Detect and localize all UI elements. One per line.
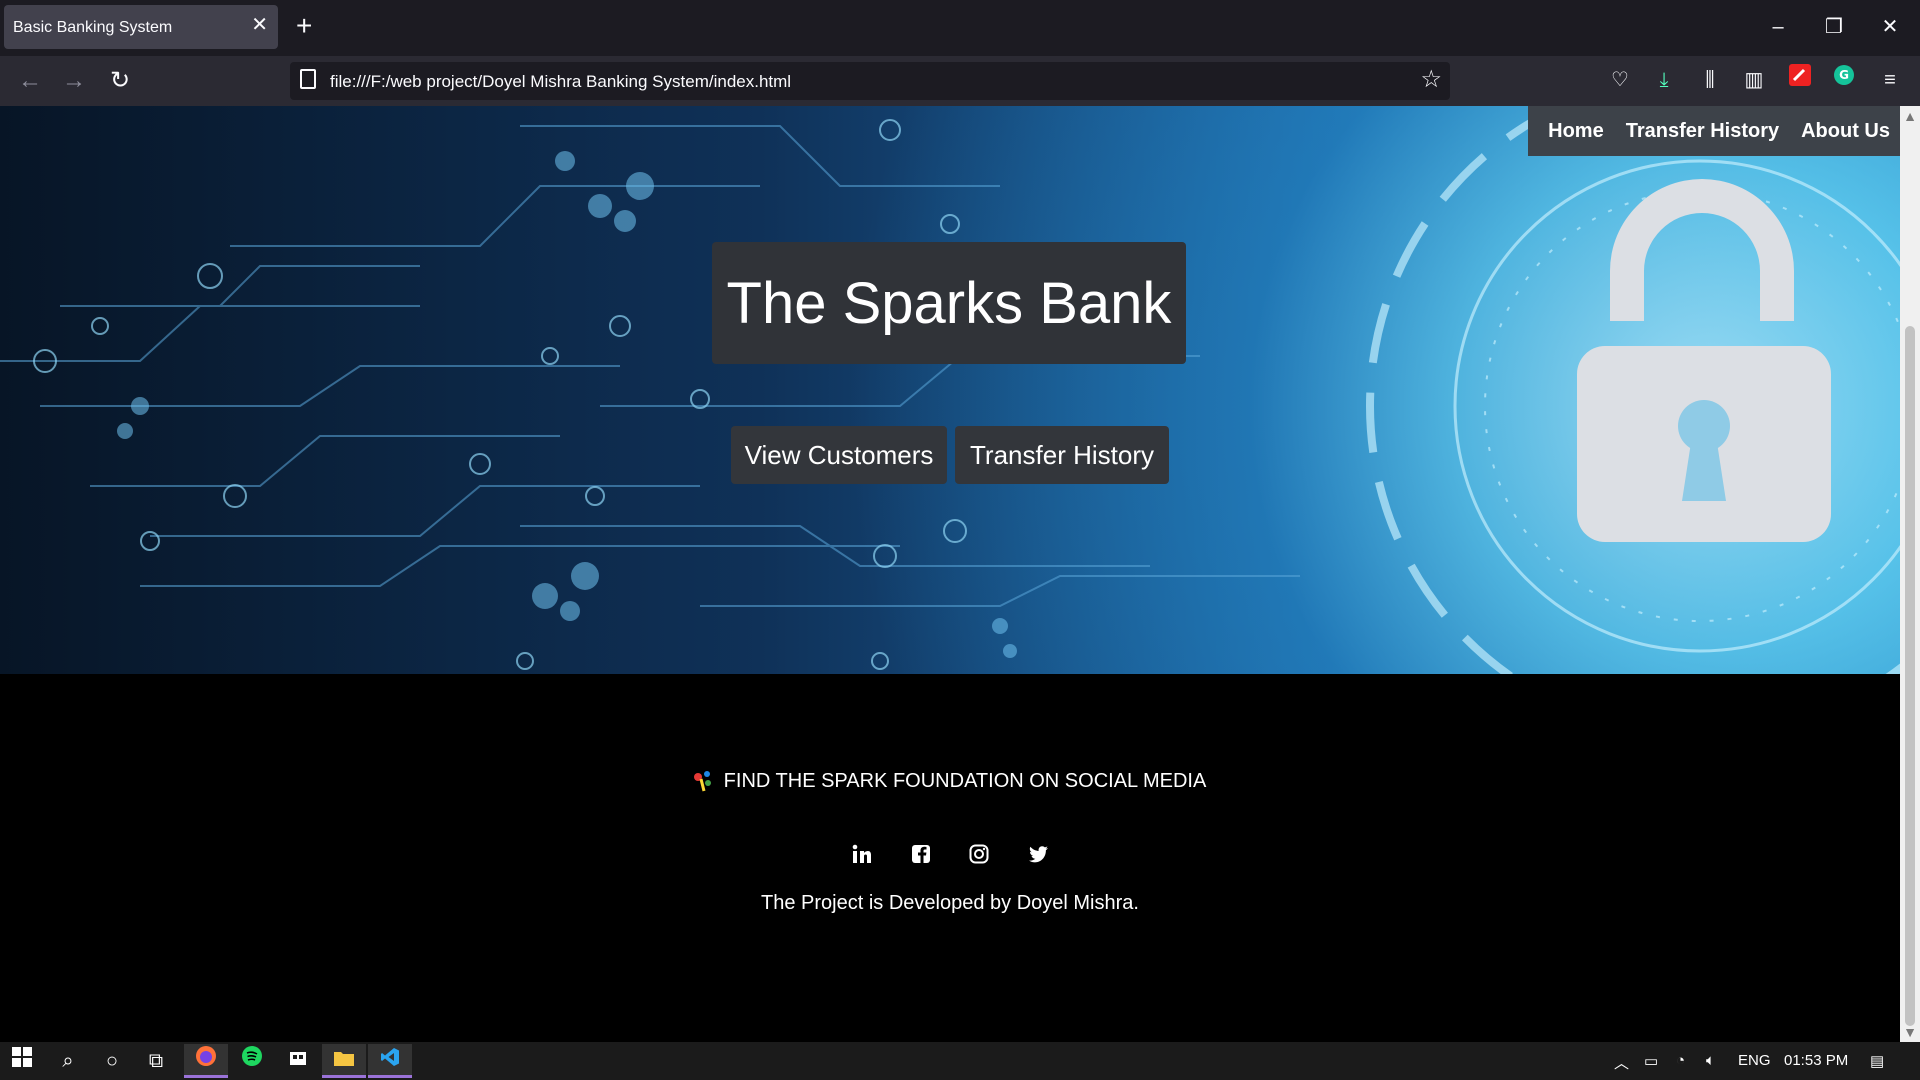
clock[interactable]: 01:53 PM: [1784, 1052, 1848, 1069]
bookmark-star-icon[interactable]: ☆: [1420, 65, 1442, 94]
top-nav: Home Transfer History About Us: [1528, 106, 1900, 156]
social-heading-row: FIND THE SPARK FOUNDATION ON SOCIAL MEDI…: [0, 770, 1900, 793]
library-icon[interactable]: ⫼: [1694, 64, 1726, 96]
scroll-up-icon[interactable]: ▲: [1900, 106, 1920, 126]
nav-about-us-link[interactable]: About Us: [1801, 120, 1890, 143]
footer: FIND THE SPARK FOUNDATION ON SOCIAL MEDI…: [0, 674, 1900, 1042]
cortana-icon[interactable]: ○: [90, 1044, 134, 1078]
nav-home-link[interactable]: Home: [1548, 120, 1604, 143]
new-tab-icon[interactable]: +: [296, 12, 312, 40]
action-center-icon[interactable]: ▤: [1870, 1052, 1884, 1070]
minimize-icon[interactable]: –: [1758, 10, 1798, 44]
pocket-icon[interactable]: ♡: [1604, 64, 1636, 96]
transfer-history-button[interactable]: Transfer History: [955, 426, 1169, 484]
download-icon[interactable]: ⤓: [1648, 64, 1680, 96]
hero-section: Home Transfer History About Us The Spark…: [0, 106, 1900, 674]
restore-icon[interactable]: ❐: [1814, 10, 1854, 44]
page-viewport: Home Transfer History About Us The Spark…: [0, 106, 1900, 1042]
nav-transfer-history-link[interactable]: Transfer History: [1626, 120, 1779, 143]
twitter-icon[interactable]: [1025, 842, 1051, 868]
url-bar[interactable]: file:///F:/web project/Doyel Mishra Bank…: [290, 62, 1450, 100]
facebook-icon[interactable]: [908, 842, 934, 868]
url-text: file:///F:/web project/Doyel Mishra Bank…: [330, 72, 792, 91]
page-title: The Sparks Bank: [712, 242, 1186, 364]
browser-tab[interactable]: Basic Banking System ✕: [4, 5, 278, 49]
volume-icon[interactable]: 🔈︎: [1706, 1052, 1715, 1069]
scroll-down-icon[interactable]: ▼: [1900, 1022, 1920, 1042]
sidebar-icon[interactable]: ▥: [1738, 64, 1770, 96]
close-tab-icon[interactable]: ✕: [251, 15, 268, 35]
firefox-icon[interactable]: [184, 1044, 228, 1078]
store-icon[interactable]: [276, 1044, 320, 1078]
grammarly-icon[interactable]: G: [1828, 64, 1860, 96]
search-icon[interactable]: ⌕: [46, 1044, 90, 1078]
close-window-icon[interactable]: ✕: [1870, 10, 1910, 44]
svg-text:G: G: [1839, 68, 1849, 82]
view-customers-button[interactable]: View Customers: [731, 426, 947, 484]
extension-icon[interactable]: [1784, 64, 1816, 96]
battery-icon[interactable]: ▭: [1644, 1052, 1658, 1070]
padlock-icon: [1577, 179, 1831, 542]
linkedin-icon[interactable]: [849, 842, 875, 868]
social-heading: FIND THE SPARK FOUNDATION ON SOCIAL MEDI…: [723, 770, 1207, 792]
page-scrollbar[interactable]: ▲ ▼: [1900, 106, 1920, 1042]
reload-icon[interactable]: ↻: [104, 65, 136, 97]
forward-icon[interactable]: →: [58, 65, 90, 97]
spark-foundation-logo-icon: [693, 770, 714, 793]
circuit-background: [0, 106, 1900, 674]
tab-title: Basic Banking System: [13, 19, 173, 36]
tray-overflow-icon[interactable]: ︿: [1614, 1052, 1629, 1073]
network-icon[interactable]: ◔: [1676, 1052, 1685, 1069]
language-indicator[interactable]: ENG: [1738, 1052, 1771, 1069]
back-icon[interactable]: ←: [14, 65, 46, 97]
page-icon: [300, 69, 316, 89]
spotify-icon[interactable]: [230, 1044, 274, 1078]
windows-taskbar: ⌕ ○ ⧉ ︿ ▭ ◔ 🔈︎ ENG 01:53 PM ▤: [0, 1042, 1920, 1080]
developer-credit: The Project is Developed by Doyel Mishra…: [761, 892, 1139, 914]
task-view-icon[interactable]: ⧉: [134, 1044, 178, 1078]
social-icons-row: [0, 842, 1900, 868]
instagram-icon[interactable]: [966, 842, 992, 868]
browser-tab-strip: Basic Banking System ✕ + – ❐ ✕: [0, 0, 1920, 56]
app-menu-icon[interactable]: ≡: [1874, 64, 1906, 96]
vscode-icon[interactable]: [368, 1044, 412, 1078]
windows-start-icon[interactable]: [0, 1044, 44, 1078]
file-explorer-icon[interactable]: [322, 1044, 366, 1078]
scroll-thumb[interactable]: [1905, 326, 1915, 1026]
